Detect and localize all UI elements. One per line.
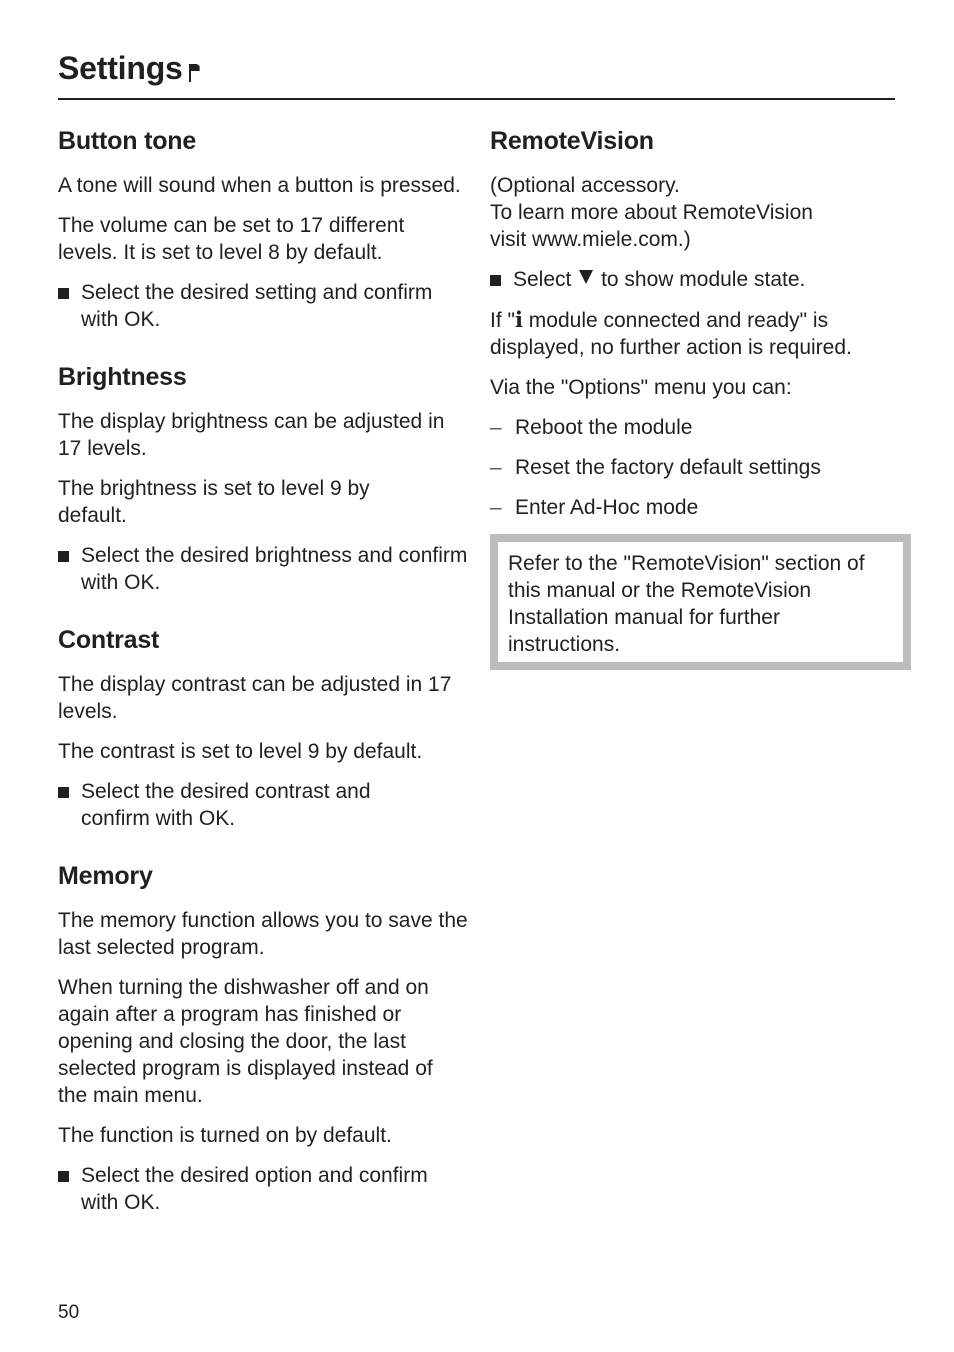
paragraph: The memory function allows you to save t… (58, 909, 468, 959)
paragraph: The brightness is set to level 9 by defa… (58, 477, 370, 527)
flag-icon (188, 62, 201, 82)
page-title-text: Settings (58, 50, 183, 86)
status-prefix: If " (490, 309, 515, 332)
dash-bullet-icon: – (490, 416, 502, 439)
section-contrast: Contrast The display contrast can be adj… (58, 623, 468, 832)
section-button-tone: Button tone A tone will sound when a but… (58, 124, 468, 333)
intro-line-2: To learn more about RemoteVision visit w… (490, 201, 813, 251)
instruction-text: Select the desired setting and confirm w… (81, 281, 433, 331)
info-icon: i (514, 307, 523, 332)
status-suffix: module connected and ready" is displayed… (490, 309, 852, 359)
title-divider (58, 98, 895, 100)
square-bullet-icon (490, 275, 501, 286)
instruction-prefix: Select (513, 268, 572, 291)
options-intro: Via the "Options" menu you can: (490, 376, 792, 399)
section-heading: Memory (58, 862, 153, 890)
square-bullet-icon (58, 288, 69, 299)
paragraph: The function is turned on by default. (58, 1124, 392, 1147)
paragraph: The display contrast can be adjusted in … (58, 673, 452, 723)
section-heading: RemoteVision (490, 127, 654, 155)
option-text: Reboot the module (515, 416, 693, 439)
instruction-text: Select the desired option and confirm wi… (81, 1164, 428, 1214)
option-item: – Enter Ad-Hoc mode (490, 494, 900, 521)
intro-paragraph: (Optional accessory. To learn more about… (490, 172, 850, 253)
section-remotevision: RemoteVision (Optional accessory. To lea… (490, 124, 911, 670)
paragraph: When turning the dishwasher off and on a… (58, 976, 433, 1107)
option-text: Reset the factory default settings (515, 456, 821, 479)
instruction-bullet: Select the desired brightness and confir… (58, 542, 468, 596)
instruction-text: Select the desired brightness and confir… (81, 544, 468, 594)
paragraph: The display brightness can be adjusted i… (58, 410, 445, 460)
intro-line-1: (Optional accessory. (490, 174, 680, 197)
section-brightness: Brightness The display brightness can be… (58, 360, 468, 596)
square-bullet-icon (58, 551, 69, 562)
note-box: Refer to the "RemoteVision" section of t… (490, 534, 911, 670)
option-item: – Reset the factory default settings (490, 454, 900, 481)
square-bullet-icon (58, 1171, 69, 1182)
instruction-bullet: Select the desired setting and confirm w… (58, 279, 468, 333)
instruction-text: Select the desired contrast and confirm … (81, 780, 371, 830)
left-column: Button tone A tone will sound when a but… (58, 124, 468, 1243)
down-triangle-icon (579, 270, 594, 284)
note-text: Refer to the "RemoteVision" section of t… (508, 552, 865, 656)
section-memory: Memory The memory function allows you to… (58, 859, 468, 1216)
instruction-bullet: Select the desired option and confirm wi… (58, 1162, 468, 1216)
dash-bullet-icon: – (490, 456, 502, 479)
instruction-bullet: Select to show module state. (490, 266, 900, 293)
paragraph: The volume can be set to 17 different le… (58, 214, 405, 264)
right-column: RemoteVision (Optional accessory. To lea… (490, 124, 911, 697)
paragraph: The contrast is set to level 9 by defaul… (58, 740, 423, 763)
instruction-bullet: Select the desired contrast and confirm … (58, 778, 468, 832)
status-paragraph: If "i module connected and ready" is dis… (490, 306, 900, 361)
instruction-suffix: to show module state. (601, 268, 806, 291)
section-heading: Brightness (58, 363, 187, 391)
instruction-text: Select to show module state. (513, 266, 900, 293)
option-item: – Reboot the module (490, 414, 900, 441)
section-heading: Contrast (58, 626, 160, 654)
option-text: Enter Ad-Hoc mode (515, 496, 699, 519)
page-title: Settings (58, 50, 201, 87)
square-bullet-icon (58, 787, 69, 798)
page-number: 50 (58, 1302, 80, 1323)
dash-bullet-icon: – (490, 496, 502, 519)
section-heading: Button tone (58, 127, 197, 155)
paragraph: A tone will sound when a button is press… (58, 174, 461, 197)
